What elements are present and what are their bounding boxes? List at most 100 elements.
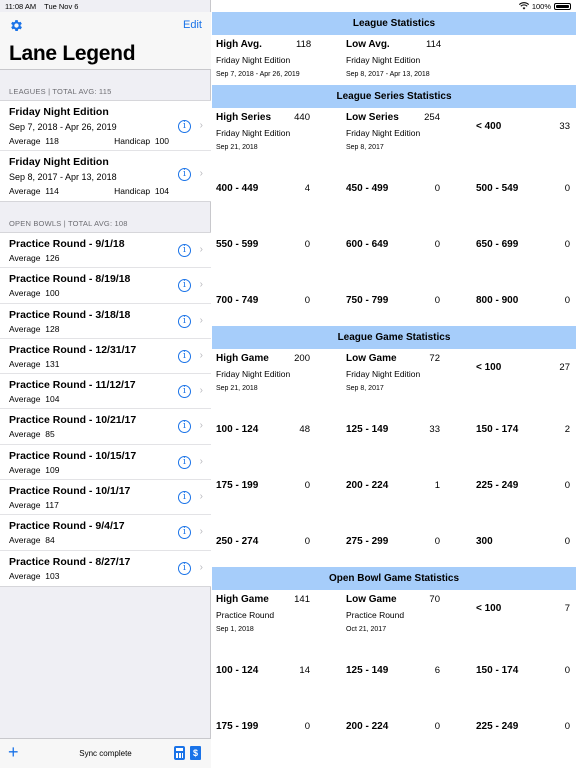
game-stats-range-label: 250 - 274 — [216, 536, 259, 547]
leagues-list: Friday Night Edition Sep 7, 2018 - Apr 2… — [0, 100, 211, 202]
statistics-panel: League Statistics High Avg. 118 Friday N… — [212, 12, 576, 768]
open-bowl-name: Practice Round - 8/19/18 — [9, 273, 131, 286]
game-stats-range-label: 100 - 124 — [216, 424, 259, 435]
game-stats-range-count: 0 — [434, 536, 440, 547]
series-stats-range-count: 0 — [564, 183, 570, 194]
gear-icon[interactable] — [9, 18, 24, 33]
series-stats-low-date: Sep 8, 2017 — [346, 144, 384, 151]
open-stats-range-label: 100 - 124 — [216, 665, 259, 676]
leagues-section-header: LEAGUES | TOTAL AVG: 115 — [9, 87, 112, 96]
game-stats-range-count: 1 — [434, 480, 440, 491]
calculator-icon[interactable] — [174, 746, 185, 760]
info-icon[interactable]: i — [178, 279, 191, 293]
open-stats-range-label: 175 - 199 — [216, 721, 259, 732]
series-stats-low-value: 254 — [424, 112, 440, 123]
info-icon[interactable]: i — [178, 420, 191, 434]
info-icon[interactable]: i — [178, 244, 191, 257]
info-icon[interactable]: i — [178, 526, 191, 540]
average-value: 118 — [45, 136, 59, 146]
series-stats-range-count: 33 — [559, 121, 570, 132]
average-label: Average — [9, 186, 41, 196]
game-stats-range-label: 175 - 199 — [216, 480, 259, 491]
open-stats-range-label: 150 - 174 — [476, 665, 519, 676]
series-stats-banner: League Series Statistics — [212, 85, 576, 108]
open-bowls-section-header: OPEN BOWLS | TOTAL AVG: 108 — [9, 219, 128, 228]
league-name: Friday Night Edition — [9, 106, 109, 118]
series-stats-range-count: 0 — [304, 295, 310, 306]
game-stats-range-count: 0 — [304, 536, 310, 547]
wifi-icon — [518, 2, 529, 10]
info-icon[interactable]: i — [178, 491, 191, 505]
info-icon[interactable]: i — [178, 349, 191, 363]
edit-button[interactable]: Edit — [183, 19, 202, 31]
game-stats-low-league: Friday Night Edition — [346, 369, 421, 379]
game-stats-range-count: 27 — [559, 362, 570, 373]
game-stats-range-label: 225 - 249 — [476, 480, 519, 491]
chevron-right-icon: › — [199, 420, 203, 432]
open-bowl-average: Average 104 — [9, 394, 60, 405]
open-stats-range-count: 0 — [564, 665, 570, 676]
game-stats-range-count: 48 — [299, 424, 310, 435]
high-avg-league: Friday Night Edition — [216, 55, 291, 65]
open-bowl-row[interactable]: Practice Round - 12/31/17 Average 131 i › — [0, 339, 211, 375]
chevron-right-icon: › — [199, 491, 203, 503]
series-stats-high-league: Friday Night Edition — [216, 128, 291, 138]
open-bowl-name: Practice Round - 12/31/17 — [9, 343, 137, 356]
status-time: 11:08 AM — [5, 1, 37, 11]
league-row[interactable]: Friday Night Edition Sep 8, 2017 - Apr 1… — [0, 151, 211, 201]
dollar-icon[interactable]: $ — [190, 746, 201, 760]
info-icon[interactable]: i — [178, 314, 191, 328]
open-bowl-row[interactable]: Practice Round - 10/21/17 Average 85 i › — [0, 409, 211, 445]
info-icon[interactable]: i — [178, 561, 191, 575]
chevron-right-icon: › — [199, 120, 203, 131]
game-stats-range-count: 0 — [304, 480, 310, 491]
info-icon[interactable]: i — [178, 168, 191, 181]
chevron-right-icon: › — [199, 314, 203, 326]
open-bowl-row[interactable]: Practice Round - 10/15/17 Average 109 i › — [0, 445, 211, 481]
game-stats-high-league: Friday Night Edition — [216, 369, 291, 379]
series-stats-high-value: 440 — [294, 112, 310, 123]
game-stats-banner: League Game Statistics — [212, 326, 576, 349]
open-bowl-average: Average 100 — [9, 288, 60, 299]
info-icon[interactable]: i — [178, 385, 191, 399]
open-bowl-name: Practice Round - 10/15/17 — [9, 449, 137, 462]
open-bowl-row[interactable]: Practice Round - 8/19/18 Average 100 i › — [0, 268, 211, 304]
game-stats-range-label: 275 - 299 — [346, 536, 389, 547]
open-stats-low-label: Low Game — [346, 594, 397, 605]
open-bowl-name: Practice Round - 3/18/18 — [9, 308, 131, 321]
league-dates: Sep 7, 2018 - Apr 26, 2019 — [9, 122, 117, 132]
game-stats-range-count: 33 — [429, 424, 440, 435]
series-stats-range-count: 0 — [434, 239, 440, 250]
open-bowl-row[interactable]: Practice Round - 10/1/17 Average 117 i › — [0, 480, 211, 516]
info-icon[interactable]: i — [178, 120, 191, 133]
chevron-right-icon: › — [199, 526, 203, 538]
handicap-value: 100 — [154, 136, 169, 146]
open-stats-range-label: 125 - 149 — [346, 665, 389, 676]
high-avg-value: 118 — [296, 39, 312, 50]
chevron-right-icon: › — [199, 455, 203, 467]
open-stats-low-value: 70 — [429, 594, 440, 605]
game-stats-range-label: 150 - 174 — [476, 424, 519, 435]
chevron-right-icon: › — [199, 561, 203, 573]
open-stats-high-league: Practice Round — [216, 610, 275, 620]
open-bowl-row[interactable]: Practice Round - 9/1/18 Average 126 i › — [0, 233, 211, 269]
series-stats-low-league: Friday Night Edition — [346, 128, 421, 138]
open-bowl-row[interactable]: Practice Round - 8/27/17 Average 103 i › — [0, 551, 211, 586]
league-name: Friday Night Edition — [9, 156, 109, 168]
series-stats-range-label: 650 - 699 — [476, 239, 519, 250]
open-bowl-row[interactable]: Practice Round - 11/12/17 Average 104 i › — [0, 374, 211, 410]
info-icon[interactable]: i — [178, 455, 191, 469]
open-bowl-average: Average 128 — [9, 323, 60, 334]
open-bowl-average: Average 85 — [9, 429, 55, 440]
chevron-right-icon: › — [199, 349, 203, 361]
league-row[interactable]: Friday Night Edition Sep 7, 2018 - Apr 2… — [0, 101, 211, 151]
sidebar: Edit Lane Legend LEAGUES | TOTAL AVG: 11… — [0, 0, 211, 768]
open-bowl-name: Practice Round - 9/1/18 — [9, 238, 125, 250]
sidebar-header: Edit Lane Legend — [0, 12, 211, 70]
open-stats-range-count: 0 — [434, 721, 440, 732]
open-bowl-average: Average 84 — [9, 535, 55, 546]
series-stats-range-label: 700 - 749 — [216, 295, 259, 306]
open-bowl-row[interactable]: Practice Round - 9/4/17 Average 84 i › — [0, 515, 211, 551]
open-bowl-row[interactable]: Practice Round - 3/18/18 Average 128 i › — [0, 304, 211, 339]
open-stats-range-count: 0 — [304, 721, 310, 732]
